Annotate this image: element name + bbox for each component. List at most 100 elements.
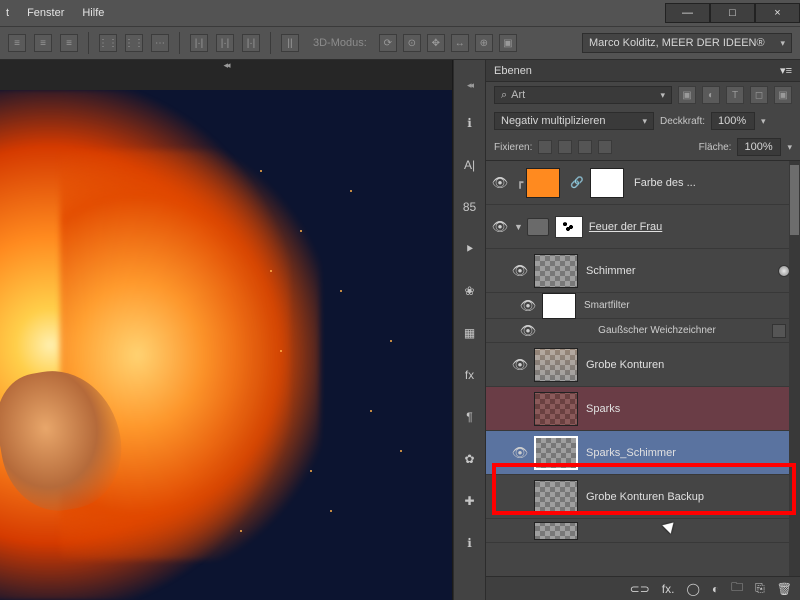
link-layers-icon[interactable]: ⊂⊃ bbox=[630, 582, 650, 596]
opacity-input[interactable]: 100% bbox=[711, 112, 755, 130]
spacing-e-icon[interactable]: |·| bbox=[242, 34, 260, 52]
panel-title-layers[interactable]: Ebenen bbox=[494, 65, 532, 77]
lock-all-icon[interactable] bbox=[598, 140, 612, 154]
filter-adjust-icon[interactable]: ◐ bbox=[702, 86, 720, 104]
history-icon[interactable]: ✚ bbox=[461, 492, 479, 510]
layer-row[interactable]: 👁 Grobe Konturen bbox=[486, 343, 800, 387]
layer-thumbnail[interactable] bbox=[534, 254, 578, 288]
layer-row[interactable] bbox=[486, 519, 800, 543]
mask-thumbnail[interactable] bbox=[590, 168, 624, 198]
styles-icon[interactable]: fx bbox=[461, 366, 479, 384]
user-dropdown[interactable]: Marco Kolditz, MEER DER IDEEN® ▾ bbox=[582, 33, 792, 53]
align-right-icon[interactable]: ≡ bbox=[60, 34, 78, 52]
document-canvas[interactable]: ◂◂ bbox=[0, 60, 453, 600]
distribute-icon[interactable]: ⋮⋮ bbox=[99, 34, 117, 52]
layer-row[interactable]: Grobe Konturen Backup bbox=[486, 475, 800, 519]
group-mask-thumbnail[interactable] bbox=[555, 216, 583, 238]
mask-icon[interactable]: ◯ bbox=[686, 582, 699, 596]
auto-align-icon[interactable]: || bbox=[281, 34, 299, 52]
align-left-icon[interactable]: ≡ bbox=[8, 34, 26, 52]
roll3d-icon[interactable]: ⊙ bbox=[403, 34, 421, 52]
layer-thumbnail[interactable] bbox=[534, 480, 578, 514]
visibility-toggle[interactable]: 👁 bbox=[514, 323, 542, 339]
filter-pixel-icon[interactable]: ▣ bbox=[678, 86, 696, 104]
filter-mask-thumbnail[interactable] bbox=[542, 293, 576, 319]
filter-smart-icon[interactable]: ▣ bbox=[774, 86, 792, 104]
group-icon[interactable]: 🗀 bbox=[731, 578, 743, 599]
zoom3d-icon[interactable]: ⊕ bbox=[475, 34, 493, 52]
character-icon[interactable]: A| bbox=[461, 156, 479, 174]
chevron-down-icon[interactable]: ▾ bbox=[787, 142, 792, 153]
layer-name[interactable]: Sparks bbox=[586, 403, 620, 415]
spacing-v-icon[interactable]: |·| bbox=[216, 34, 234, 52]
layer-row[interactable]: 👁 ┏ 🔗 Farbe des ... bbox=[486, 161, 800, 205]
maximize-button[interactable]: □ bbox=[710, 3, 755, 23]
visibility-toggle[interactable]: 👁 bbox=[514, 298, 542, 314]
layer-name[interactable]: Farbe des ... bbox=[634, 177, 696, 189]
chevron-down-icon[interactable]: ▾ bbox=[761, 116, 766, 127]
spacing-icon[interactable]: |·| bbox=[190, 34, 208, 52]
minimize-button[interactable]: — bbox=[665, 3, 710, 23]
lock-transparency-icon[interactable] bbox=[538, 140, 552, 154]
chevron-down-icon: ▾ bbox=[780, 38, 785, 49]
layer-group-row[interactable]: 👁 ▼ Feuer der Frau bbox=[486, 205, 800, 249]
trash-icon[interactable]: 🗑 bbox=[777, 582, 792, 596]
adjustments-icon[interactable]: ✿ bbox=[461, 450, 479, 468]
layer-row[interactable]: 👁 Schimmer bbox=[486, 249, 800, 293]
menu-item-help[interactable]: Hilfe bbox=[82, 7, 104, 19]
orbit3d-icon[interactable]: ⟳ bbox=[379, 34, 397, 52]
smart-filter-header[interactable]: 👁 Smartfilter bbox=[486, 293, 800, 319]
fx-icon[interactable]: fx. bbox=[662, 582, 675, 596]
layer-name[interactable]: Sparks_Schimmer bbox=[586, 447, 676, 459]
layer-name[interactable]: Schimmer bbox=[586, 265, 636, 277]
align-center-icon[interactable]: ≡ bbox=[34, 34, 52, 52]
paragraph-icon[interactable]: ¶ bbox=[461, 408, 479, 426]
scrollbar-thumb[interactable] bbox=[790, 165, 799, 235]
visibility-toggle[interactable]: 👁 bbox=[506, 263, 534, 279]
layer-row[interactable]: Sparks bbox=[486, 387, 800, 431]
layer-thumbnail[interactable] bbox=[526, 168, 560, 198]
filter-shape-icon[interactable]: ◻ bbox=[750, 86, 768, 104]
filter-options-icon[interactable] bbox=[772, 324, 786, 338]
layer-thumbnail[interactable] bbox=[534, 436, 578, 470]
lock-pixels-icon[interactable] bbox=[558, 140, 572, 154]
fill-input[interactable]: 100% bbox=[737, 138, 781, 156]
distribute-h-icon[interactable]: ⋯ bbox=[151, 34, 169, 52]
collapse-handle[interactable]: ◂◂ bbox=[0, 60, 452, 70]
collapse-handle[interactable]: ◂◂ bbox=[467, 80, 472, 90]
layer-name[interactable]: Grobe Konturen Backup bbox=[586, 491, 704, 503]
slide3d-icon[interactable]: ↔ bbox=[451, 34, 469, 52]
color-icon[interactable]: ❀ bbox=[461, 282, 479, 300]
properties-icon[interactable]: ℹ︎ bbox=[461, 534, 479, 552]
visibility-toggle[interactable]: 👁 bbox=[486, 175, 514, 191]
layer-name[interactable]: Grobe Konturen bbox=[586, 359, 664, 371]
layer-name[interactable]: Feuer der Frau bbox=[589, 221, 662, 233]
pan3d-icon[interactable]: ✥ bbox=[427, 34, 445, 52]
distribute-v-icon[interactable]: ⋮⋮ bbox=[125, 34, 143, 52]
disclosure-triangle-icon[interactable]: ▼ bbox=[514, 222, 523, 232]
adjustment-icon[interactable]: ◐ bbox=[712, 582, 719, 596]
layer-filter-dropdown[interactable]: ⌕ Art ▾ bbox=[494, 86, 672, 104]
layer-thumbnail[interactable] bbox=[534, 348, 578, 382]
filter-type-icon[interactable]: T bbox=[726, 86, 744, 104]
menu-item[interactable]: t bbox=[6, 7, 9, 19]
layer-row-selected[interactable]: 👁 Sparks_Schimmer bbox=[486, 431, 800, 475]
layer-thumbnail[interactable] bbox=[534, 392, 578, 426]
lock-position-icon[interactable] bbox=[578, 140, 592, 154]
blend-mode-dropdown[interactable]: Negativ multiplizieren ▾ bbox=[494, 112, 654, 130]
panel-menu-icon[interactable]: ▾≡ bbox=[780, 64, 792, 77]
new-layer-icon[interactable]: ⎘ bbox=[755, 581, 765, 596]
info-icon[interactable]: ℹ︎ bbox=[461, 114, 479, 132]
play-icon[interactable]: ⯈ bbox=[461, 240, 479, 258]
visibility-toggle[interactable]: 👁 bbox=[506, 357, 534, 373]
menu-item-window[interactable]: Fenster bbox=[27, 7, 64, 19]
swatches-icon[interactable]: 85 bbox=[461, 198, 479, 216]
camera3d-icon[interactable]: ▣ bbox=[499, 34, 517, 52]
close-button[interactable]: × bbox=[755, 3, 800, 23]
visibility-toggle[interactable]: 👁 bbox=[506, 445, 534, 461]
grid-icon[interactable]: ▦ bbox=[461, 324, 479, 342]
layer-thumbnail[interactable] bbox=[534, 522, 578, 540]
filter-row[interactable]: 👁 Gaußscher Weichzeichner bbox=[486, 319, 800, 343]
visibility-toggle[interactable]: 👁 bbox=[486, 219, 514, 235]
scrollbar[interactable] bbox=[789, 161, 800, 576]
